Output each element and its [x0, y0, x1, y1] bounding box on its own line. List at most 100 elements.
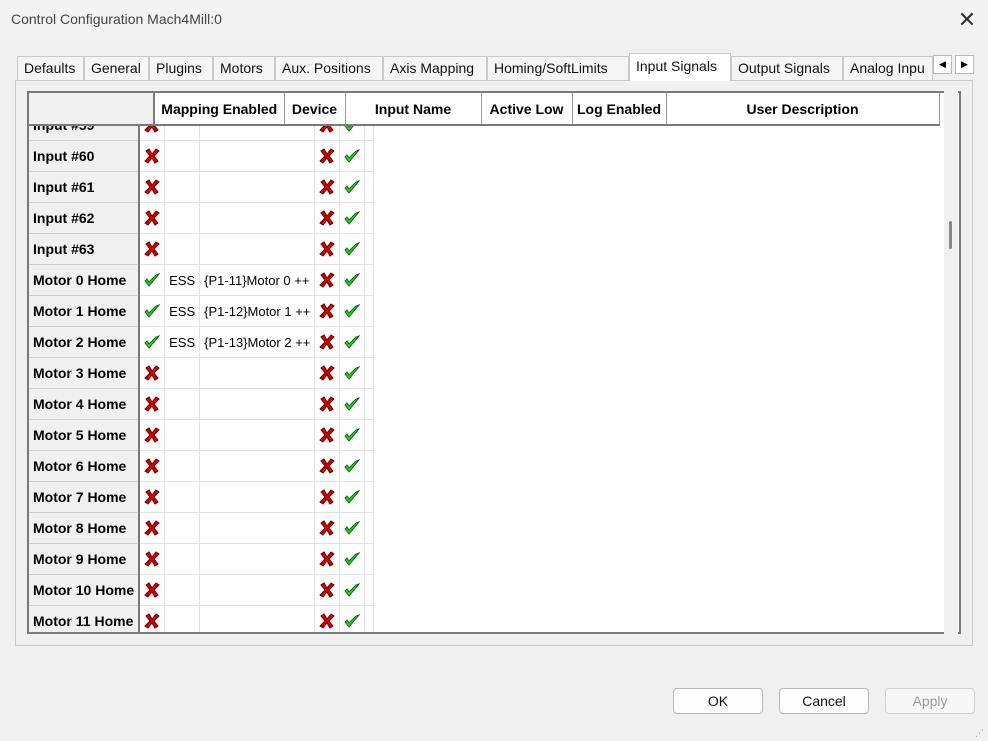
device-cell[interactable]	[164, 126, 201, 141]
col-input-name[interactable]: Input Name	[345, 93, 482, 126]
active-low-cell[interactable]	[314, 171, 341, 203]
mapping-enabled-cell[interactable]	[139, 574, 166, 606]
red-x-icon[interactable]	[144, 396, 160, 412]
log-enabled-cell[interactable]	[339, 512, 366, 544]
resize-grip-icon[interactable]: ⋰	[975, 728, 985, 738]
active-low-cell[interactable]	[314, 295, 341, 327]
user-description-cell[interactable]	[364, 126, 375, 141]
red-x-icon[interactable]	[144, 365, 160, 381]
green-check-icon[interactable]	[344, 551, 361, 567]
user-description-cell[interactable]	[364, 419, 375, 451]
log-enabled-cell[interactable]	[339, 140, 366, 172]
red-x-icon[interactable]	[319, 427, 336, 443]
green-check-icon[interactable]	[344, 210, 361, 226]
red-x-icon[interactable]	[319, 241, 336, 257]
green-check-icon[interactable]	[344, 489, 361, 505]
scrollbar-thumb[interactable]	[949, 221, 952, 249]
tab-analog-inputs[interactable]: Analog Inpu	[843, 56, 933, 80]
device-cell[interactable]	[164, 233, 201, 265]
user-description-cell[interactable]	[364, 543, 375, 575]
red-x-icon[interactable]	[319, 272, 336, 288]
red-x-icon[interactable]	[144, 582, 160, 598]
input-name-cell[interactable]	[199, 419, 316, 451]
user-description-cell[interactable]	[364, 574, 375, 606]
tab-axis-mapping[interactable]: Axis Mapping	[383, 56, 487, 80]
red-x-icon[interactable]	[319, 489, 336, 505]
tab-motors[interactable]: Motors	[213, 56, 275, 80]
active-low-cell[interactable]	[314, 126, 341, 141]
red-x-icon[interactable]	[319, 520, 336, 536]
red-x-icon[interactable]	[144, 179, 160, 195]
input-name-cell[interactable]	[199, 512, 316, 544]
log-enabled-cell[interactable]	[339, 450, 366, 482]
log-enabled-cell[interactable]	[339, 574, 366, 606]
device-cell[interactable]	[164, 512, 201, 544]
device-cell[interactable]	[164, 450, 201, 482]
red-x-icon[interactable]	[144, 241, 160, 257]
red-x-icon[interactable]	[144, 489, 160, 505]
log-enabled-cell[interactable]	[339, 388, 366, 420]
input-name-cell[interactable]: {P1-11}Motor 0 ++	[199, 264, 316, 296]
active-low-cell[interactable]	[314, 140, 341, 172]
input-name-cell[interactable]	[199, 171, 316, 203]
log-enabled-cell[interactable]	[339, 481, 366, 513]
input-name-cell[interactable]	[199, 233, 316, 265]
mapping-enabled-cell[interactable]	[139, 419, 166, 451]
log-enabled-cell[interactable]	[339, 264, 366, 296]
red-x-icon[interactable]	[144, 427, 160, 443]
green-check-icon[interactable]	[344, 520, 361, 536]
red-x-icon[interactable]	[319, 303, 336, 319]
device-cell[interactable]	[164, 419, 201, 451]
col-mapping-enabled[interactable]: Mapping Enabled	[154, 93, 285, 126]
log-enabled-cell[interactable]	[339, 543, 366, 575]
green-check-icon[interactable]	[344, 396, 361, 412]
mapping-enabled-cell[interactable]	[139, 326, 166, 358]
red-x-icon[interactable]	[319, 582, 336, 598]
green-check-icon[interactable]	[144, 303, 161, 319]
device-cell[interactable]	[164, 605, 201, 632]
col-user-description[interactable]: User Description	[666, 93, 940, 126]
close-icon[interactable]: ✕	[952, 6, 982, 34]
mapping-enabled-cell[interactable]	[139, 388, 166, 420]
input-name-cell[interactable]	[199, 481, 316, 513]
log-enabled-cell[interactable]	[339, 126, 366, 141]
user-description-cell[interactable]	[364, 481, 375, 513]
user-description-cell[interactable]	[364, 233, 375, 265]
mapping-enabled-cell[interactable]	[139, 264, 166, 296]
red-x-icon[interactable]	[144, 613, 160, 629]
red-x-icon[interactable]	[319, 210, 336, 226]
input-name-cell[interactable]: {P1-12}Motor 1 ++	[199, 295, 316, 327]
red-x-icon[interactable]	[319, 551, 336, 567]
user-description-cell[interactable]	[364, 264, 375, 296]
user-description-cell[interactable]	[364, 450, 375, 482]
device-cell[interactable]	[164, 574, 201, 606]
log-enabled-cell[interactable]	[339, 202, 366, 234]
mapping-enabled-cell[interactable]	[139, 202, 166, 234]
log-enabled-cell[interactable]	[339, 295, 366, 327]
log-enabled-cell[interactable]	[339, 233, 366, 265]
red-x-icon[interactable]	[144, 148, 160, 164]
green-check-icon[interactable]	[344, 458, 361, 474]
user-description-cell[interactable]	[364, 357, 375, 389]
user-description-cell[interactable]	[364, 326, 375, 358]
active-low-cell[interactable]	[314, 481, 341, 513]
tab-defaults[interactable]: Defaults	[17, 56, 84, 80]
active-low-cell[interactable]	[314, 512, 341, 544]
device-cell[interactable]: ESS	[164, 264, 201, 296]
active-low-cell[interactable]	[314, 233, 341, 265]
green-check-icon[interactable]	[344, 126, 360, 133]
input-name-cell[interactable]	[199, 126, 316, 141]
mapping-enabled-cell[interactable]	[139, 295, 166, 327]
red-x-icon[interactable]	[144, 551, 160, 567]
apply-button[interactable]: Apply	[885, 688, 975, 714]
log-enabled-cell[interactable]	[339, 326, 366, 358]
device-cell[interactable]	[164, 388, 201, 420]
active-low-cell[interactable]	[314, 450, 341, 482]
input-name-cell[interactable]	[199, 202, 316, 234]
log-enabled-cell[interactable]	[339, 605, 366, 632]
green-check-icon[interactable]	[344, 582, 361, 598]
red-x-icon[interactable]	[319, 148, 336, 164]
tab-input-signals[interactable]: Input Signals	[629, 53, 731, 81]
input-name-cell[interactable]	[199, 543, 316, 575]
red-x-icon[interactable]	[319, 613, 336, 629]
